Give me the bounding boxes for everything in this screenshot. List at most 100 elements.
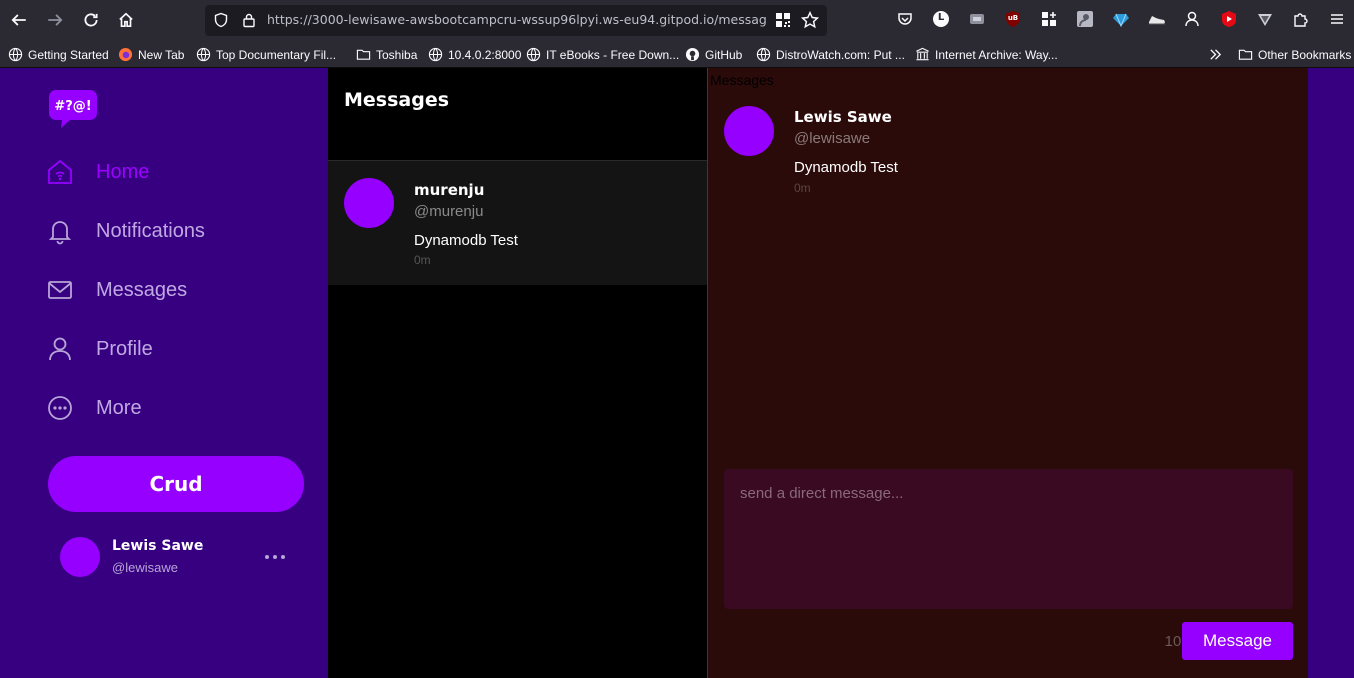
folder-icon [1238,49,1253,60]
send-message-button[interactable]: Message [1182,622,1293,660]
ellipsis-dot-icon [281,555,285,559]
nav-more-label: More [96,396,142,419]
tracking-shield-icon[interactable] [213,12,229,28]
extension-button-3[interactable] [1112,10,1130,28]
bookmark-label: Toshiba [376,47,418,62]
url-text[interactable]: https://3000-lewisawe-awsbootcampcru-wss… [267,12,767,30]
conversation-list-panel: Messages murenju @murenju Dynamodb Test … [328,68,707,678]
reload-icon [84,13,98,27]
forward-button[interactable] [43,8,67,32]
pocket-icon [898,13,912,25]
home-icon [48,159,72,184]
bookmark-label: Getting Started [28,47,109,62]
extension-button-4[interactable] [1148,10,1166,28]
right-gutter [1308,68,1354,678]
extension-button-5[interactable] [1184,10,1202,28]
ellipsis-dot-icon [265,555,269,559]
bookmark-distrowatch[interactable]: DistroWatch.com: Put ... [756,45,905,64]
ublock-label: uB [1007,14,1019,22]
bookmark-it-ebooks[interactable]: IT eBooks - Free Down... [526,45,679,64]
conversation-item[interactable]: murenju @murenju Dynamodb Test 0m [328,161,707,285]
forward-arrow-icon [48,14,63,26]
app-logo[interactable]: #?@! [48,88,98,130]
nav-profile[interactable]: Profile [46,331,153,367]
extension-button-2[interactable] [1076,10,1094,28]
globe-icon [526,47,541,62]
bookmark-toshiba-folder[interactable]: Toshiba [356,45,417,64]
house-icon [119,12,133,28]
bookmarks-overflow-button[interactable] [1208,45,1223,64]
home-page-button[interactable] [114,8,138,32]
back-button[interactable] [7,8,31,32]
pocket-button[interactable] [896,10,914,28]
hamburger-menu-icon [1331,14,1343,24]
message-time: 0m [794,181,811,195]
github-icon [685,47,700,62]
sidebar: #?@! Home Notifications Messages Profile… [0,68,328,678]
bell-icon [48,221,72,245]
bookmark-label: Top Documentary Fil... [216,47,337,62]
triangle-icon [1258,14,1272,26]
bookmark-new-tab[interactable]: New Tab [118,45,184,64]
account-avatar-button[interactable]: L [932,10,950,28]
keyboard-extension-icon [970,14,984,24]
direct-message-input[interactable] [724,469,1293,609]
extension-button-6[interactable] [1256,10,1274,28]
chevron-double-right-icon [1210,49,1222,60]
image-extension-icon [1077,11,1093,27]
user-more-options-button[interactable] [262,546,288,568]
qr-code-icon[interactable] [775,12,791,28]
user-avatar[interactable] [60,537,100,577]
other-bookmarks-label: Other Bookmarks [1258,47,1352,62]
person-icon [49,337,71,361]
browser-toolbar: https://3000-lewisawe-awsbootcampcru-wss… [0,0,1354,41]
nav-messages[interactable]: Messages [46,272,187,308]
bookmark-label: Internet Archive: Way... [935,47,1058,62]
thread-heading: Messages [710,72,774,88]
reload-button[interactable] [79,8,103,32]
crud-button[interactable]: Crud [48,456,304,512]
bookmark-internet-archive[interactable]: Internet Archive: Way... [915,45,1058,64]
nav-messages-label: Messages [96,278,188,301]
back-arrow-icon [11,14,26,26]
bookmark-getting-started[interactable]: Getting Started [8,45,109,64]
messages-page-title: Messages [344,89,450,111]
message-thread-panel: Messages Lewis Sawe @lewisawe Dynamodb T… [707,68,1308,678]
more-circle-icon [48,396,72,420]
extension-button-1[interactable] [968,10,986,28]
nav-home-label: Home [96,160,150,183]
app-menu-button[interactable] [1328,10,1346,28]
bookmark-github[interactable]: GitHub [685,45,742,64]
globe-icon [196,47,211,62]
avatar[interactable] [344,178,394,228]
ellipsis-dot-icon [273,555,277,559]
user-handle: @lewisawe [112,560,178,575]
bookmark-star-icon[interactable] [801,11,819,29]
lock-icon[interactable] [241,12,257,28]
account-letter: L [937,12,945,23]
other-bookmarks-folder[interactable]: Other Bookmarks [1238,45,1351,64]
extensions-puzzle-button[interactable] [1292,10,1310,28]
bookmark-label: IT eBooks - Free Down... [546,47,680,62]
youtube-extension-button[interactable] [1220,10,1238,28]
extensions-grid-button[interactable] [1040,10,1058,28]
bookmark-local-ip[interactable]: 10.4.0.2:8000 [428,45,521,64]
user-display-name: Lewis Sawe [112,538,204,554]
nav-more[interactable]: More [46,390,142,426]
url-bar[interactable]: https://3000-lewisawe-awsbootcampcru-wss… [205,5,827,36]
message-sender-name: Lewis Sawe [794,108,892,126]
nav-notifications[interactable]: Notifications [46,213,205,249]
bookmark-label: 10.4.0.2:8000 [448,47,522,62]
ublock-button[interactable]: uB [1004,10,1022,28]
message-text: Dynamodb Test [794,159,898,176]
grid-plus-icon [1042,12,1056,26]
nav-home[interactable]: Home [46,154,149,190]
globe-icon [428,47,443,62]
bookmark-top-documentary[interactable]: Top Documentary Fil... [196,45,336,64]
app-root: #?@! Home Notifications Messages Profile… [0,68,1354,678]
conversation-preview: Dynamodb Test [414,232,518,249]
diamond-icon [1113,13,1129,28]
youtube-icon [1222,11,1236,27]
avatar[interactable] [724,106,774,156]
firefox-icon [118,47,133,62]
